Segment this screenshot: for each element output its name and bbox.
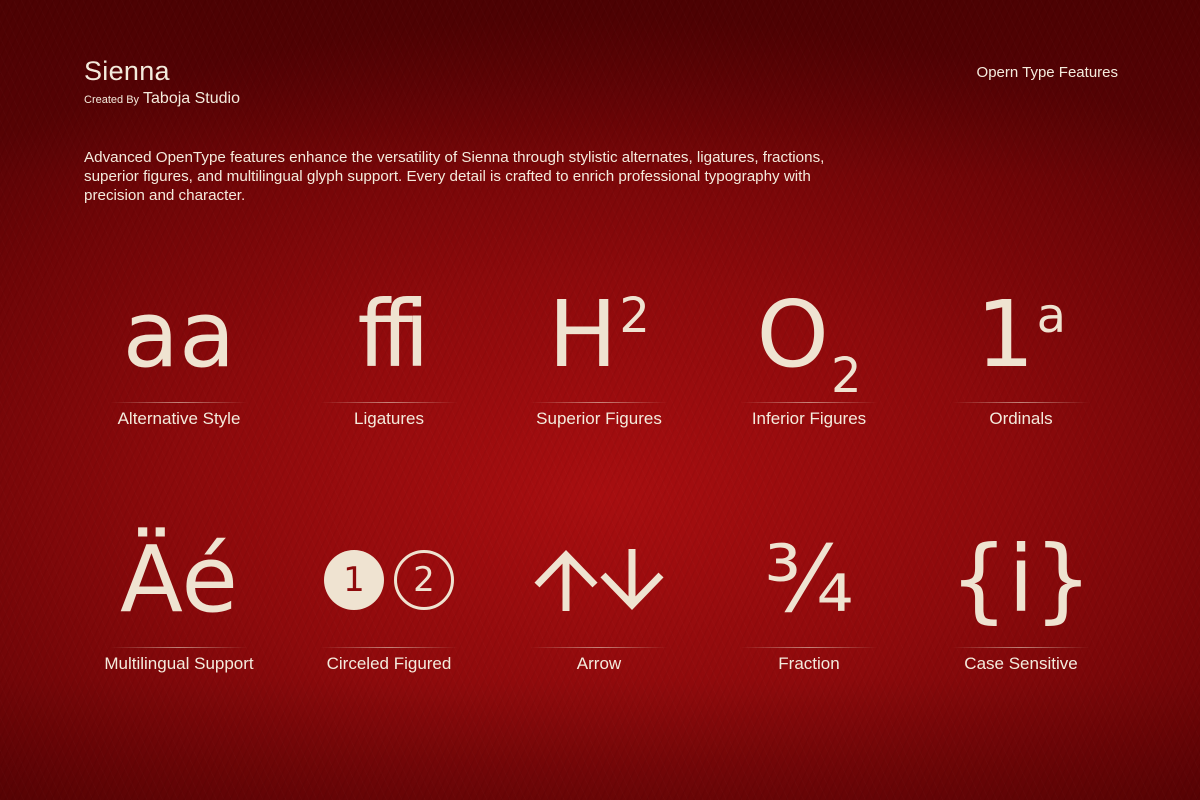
glyph-superscript: a: [1036, 288, 1066, 344]
separator: [110, 647, 248, 648]
feature-alternative-style: aa Alternative Style: [89, 280, 269, 429]
credit-prefix: Created By: [84, 94, 140, 106]
feature-label: Alternative Style: [117, 409, 241, 428]
glyph-base: H: [548, 281, 618, 388]
feature-arrow: Arrow: [509, 525, 689, 674]
circled-figure-outline: 2: [394, 550, 454, 610]
feature-ordinals: 1a Ordinals: [931, 280, 1111, 429]
separator: [530, 402, 668, 403]
feature-glyph: O2: [757, 289, 862, 401]
feature-label: Inferior Figures: [751, 409, 867, 428]
separator: [530, 647, 668, 648]
separator: [320, 402, 458, 403]
separator: [110, 402, 248, 403]
brand-block: Sienna Created By Taboja Studio: [84, 56, 240, 108]
feature-label: Superior Figures: [536, 409, 662, 428]
feature-glyph: {i}: [949, 526, 1093, 633]
separator: [740, 647, 878, 648]
feature-inferior-figures: O2 Inferior Figures: [719, 280, 899, 429]
brand-credit: Created By Taboja Studio: [84, 90, 240, 108]
up-arrow-icon: [534, 549, 598, 611]
circled-figures: 1 2: [324, 550, 454, 610]
feature-label: Ordinals: [989, 409, 1053, 428]
feature-fraction: ¾ Fraction: [719, 525, 899, 674]
feature-label: Arrow: [576, 654, 622, 673]
arrows-glyph: [534, 549, 664, 611]
feature-glyph: 1a: [976, 289, 1066, 381]
feature-ligatures: ffi Ligatures: [299, 280, 479, 429]
brand-title: Sienna: [84, 56, 170, 86]
section-title: Opern Type Features: [976, 64, 1118, 81]
feature-glyph: ffi: [357, 281, 429, 388]
feature-glyph: H2: [548, 289, 650, 381]
feature-label: Circeled Figured: [326, 654, 452, 673]
feature-label: Case Sensitive: [964, 654, 1078, 673]
feature-multilingual-support: Äé Multilingual Support: [89, 525, 269, 674]
feature-label: Fraction: [778, 654, 840, 673]
glyph-superscript: 2: [619, 288, 650, 344]
separator: [952, 402, 1090, 403]
feature-superior-figures: H2 Superior Figures: [509, 280, 689, 429]
credit-name: Taboja Studio: [143, 90, 240, 107]
glyph-subscript: 2: [830, 348, 862, 404]
separator: [320, 647, 458, 648]
glyph-base: O: [756, 281, 829, 388]
feature-glyph: aa: [122, 281, 236, 388]
separator: [952, 647, 1090, 648]
feature-glyph: ¾: [764, 526, 854, 633]
down-arrow-icon: [600, 549, 664, 611]
intro-paragraph: Advanced OpenType features enhance the v…: [84, 149, 825, 204]
feature-circled-figures: 1 2 Circeled Figured: [299, 525, 479, 674]
circled-figure-filled: 1: [324, 550, 384, 610]
feature-label: Ligatures: [354, 409, 424, 428]
feature-label: Multilingual Support: [104, 654, 254, 673]
feature-glyph: Äé: [120, 526, 238, 633]
glyph-base: 1: [976, 281, 1035, 388]
feature-case-sensitive: {i} Case Sensitive: [931, 525, 1111, 674]
